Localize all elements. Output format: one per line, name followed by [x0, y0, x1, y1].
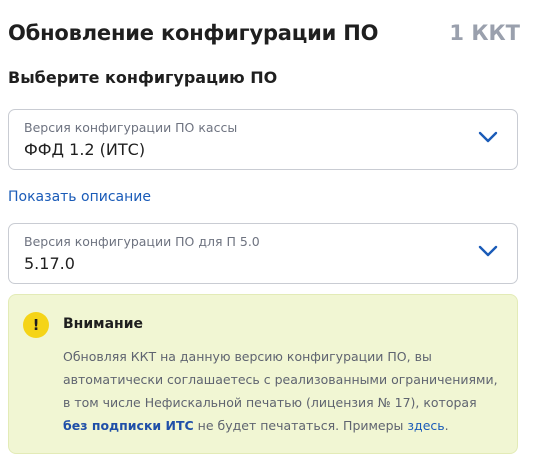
warning-text-end: .: [444, 418, 449, 433]
select-label: Версия конфигурации ПО кассы: [24, 120, 238, 135]
chevron-down-icon[interactable]: [477, 129, 499, 145]
warning-text-bold: без подписки ИТС: [63, 418, 194, 433]
chevron-down-icon[interactable]: [477, 243, 499, 259]
warning-notice: ! Внимание Обновляя ККТ на данную версию…: [8, 294, 518, 454]
select-value: ФФД 1.2 (ИТС): [24, 140, 146, 159]
select-label: Версия конфигурации ПО для П 5.0: [24, 234, 260, 249]
exclamation-icon: !: [23, 312, 49, 338]
show-description-link[interactable]: Показать описание: [8, 189, 151, 205]
cashier-config-select[interactable]: Версия конфигурации ПО кассы ФФД 1.2 (ИТ…: [8, 109, 518, 170]
p50-config-select[interactable]: Версия конфигурации ПО для П 5.0 5.17.0: [8, 223, 518, 284]
section-title: Выберите конфигурацию ПО: [8, 68, 278, 87]
header: Обновление конфигурации ПО 1 ККТ: [8, 19, 520, 47]
page-title: Обновление конфигурации ПО: [8, 21, 379, 45]
warning-text: Обновляя ККТ на данную версию конфигурац…: [63, 345, 503, 437]
warning-text-part: не будет печататься. Примеры: [193, 418, 408, 433]
warning-title: Внимание: [63, 316, 144, 332]
select-value: 5.17.0: [24, 254, 75, 273]
kkt-count-badge: 1 ККТ: [449, 21, 520, 45]
warning-text-part: Обновляя ККТ на данную версию конфигурац…: [63, 349, 498, 410]
examples-link[interactable]: здесь: [407, 418, 444, 433]
